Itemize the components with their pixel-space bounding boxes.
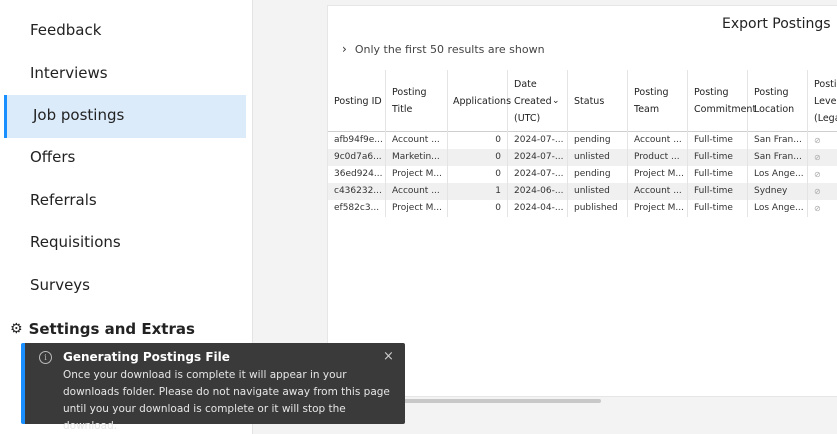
- sidebar-item-offers[interactable]: Offers: [30, 148, 75, 166]
- cell-posting-id: 9c0d7a6...: [328, 149, 386, 166]
- column-header-status[interactable]: Status: [568, 70, 628, 132]
- cell-status: pending: [568, 166, 628, 183]
- column-label: Posting ID: [334, 95, 382, 107]
- cell-date-created: 2024-07-...: [508, 132, 568, 149]
- cell-posting-level: ⊘: [808, 183, 837, 200]
- cell-date-created: 2024-07-...: [508, 166, 568, 183]
- table-row[interactable]: 36ed924... Project M... 0 2024-07-... pendin…: [328, 166, 837, 183]
- sidebar-item-surveys[interactable]: Surveys: [30, 276, 90, 294]
- cell-applications: 0: [448, 132, 508, 149]
- cell-posting-commitment: Full-time: [688, 183, 748, 200]
- toast-title: Generating Postings File: [63, 350, 230, 364]
- cell-posting-id: ef582c3...: [328, 200, 386, 217]
- column-header-date-created[interactable]: Date Created (UTC) ⌄: [508, 70, 568, 132]
- cell-applications: 0: [448, 166, 508, 183]
- cell-posting-title: Project M...: [386, 166, 448, 183]
- results-notice[interactable]: › Only the first 50 results are shown: [342, 42, 545, 56]
- column-header-posting-title[interactable]: Posting Title: [386, 70, 448, 132]
- cell-posting-team: Account ...: [628, 132, 688, 149]
- sidebar-item-referrals[interactable]: Referrals: [30, 191, 97, 209]
- results-notice-text: Only the first 50 results are shown: [354, 42, 545, 56]
- cell-applications: 1: [448, 183, 508, 200]
- column-label: Posting Level (Legacy): [814, 78, 837, 124]
- sidebar-item-feedback[interactable]: Feedback: [30, 21, 101, 39]
- sidebar-item-interviews[interactable]: Interviews: [30, 64, 108, 82]
- cell-posting-title: Account ...: [386, 183, 448, 200]
- cell-posting-commitment: Full-time: [688, 149, 748, 166]
- cell-posting-title: Project M...: [386, 200, 448, 217]
- cell-posting-location: Sydney: [748, 183, 808, 200]
- cell-posting-id: afb94f9e...: [328, 132, 386, 149]
- cell-posting-level: ⊘: [808, 166, 837, 183]
- column-header-posting-commitment[interactable]: Posting Commitment: [688, 70, 757, 132]
- cell-posting-location: San Fran...: [748, 132, 808, 149]
- sidebar-item-label: Job postings: [33, 106, 125, 124]
- cell-posting-commitment: Full-time: [688, 132, 748, 149]
- toast-message: Once your download is complete it will a…: [63, 369, 390, 432]
- cell-posting-id: c436232...: [328, 183, 386, 200]
- gear-icon: ⚙: [10, 321, 23, 337]
- table-header: Posting ID Posting Title Applications Da…: [328, 70, 837, 132]
- column-label: Posting Title: [392, 87, 427, 115]
- column-label: Date Created (UTC): [514, 78, 552, 124]
- column-label: Applications: [453, 95, 512, 107]
- column-header-posting-level[interactable]: Posting Level (Legacy): [808, 70, 837, 132]
- cell-status: unlisted: [568, 149, 628, 166]
- cell-applications: 0: [448, 200, 508, 217]
- cell-posting-team: Product ...: [628, 149, 688, 166]
- info-icon: i: [39, 351, 52, 364]
- cell-posting-id: 36ed924...: [328, 166, 386, 183]
- chevron-right-icon: ›: [342, 42, 347, 56]
- cell-status: published: [568, 200, 628, 217]
- cell-posting-team: Project M...: [628, 200, 688, 217]
- cell-posting-location: Los Ange...: [748, 166, 808, 183]
- table-row[interactable]: afb94f9e... Account ... 0 2024-07-... pendin…: [328, 132, 837, 149]
- chevron-down-icon: ⌄: [552, 95, 560, 106]
- cell-posting-title: Marketin...: [386, 149, 448, 166]
- download-toast: i Generating Postings File Once your dow…: [21, 343, 405, 432]
- cell-posting-level: ⊘: [808, 132, 837, 149]
- cell-posting-location: San Fran...: [748, 149, 808, 166]
- cell-posting-location: Los Ange...: [748, 200, 808, 217]
- cell-status: pending: [568, 132, 628, 149]
- table-row[interactable]: c436232... Account ... 1 2024-06-... unliste…: [328, 183, 837, 200]
- column-header-posting-id[interactable]: Posting ID: [328, 70, 386, 132]
- cell-status: unlisted: [568, 183, 628, 200]
- cell-date-created: 2024-07-...: [508, 149, 568, 166]
- cell-date-created: 2024-06-...: [508, 183, 568, 200]
- cell-posting-commitment: Full-time: [688, 200, 748, 217]
- column-header-posting-team[interactable]: Posting Team: [628, 70, 688, 132]
- postings-table-panel: Export Postings › Only the first 50 resu…: [327, 5, 837, 403]
- sidebar-item-requisitions[interactable]: Requisitions: [30, 233, 121, 251]
- cell-posting-team: Project M...: [628, 166, 688, 183]
- close-icon[interactable]: ×: [383, 349, 394, 364]
- cell-posting-level: ⊘: [808, 149, 837, 166]
- column-label: Posting Commitment: [694, 87, 757, 115]
- cell-posting-title: Account ...: [386, 132, 448, 149]
- table-row[interactable]: 9c0d7a6... Marketin... 0 2024-07-... unliste…: [328, 149, 837, 166]
- column-header-applications[interactable]: Applications: [448, 70, 512, 132]
- column-label: Status: [574, 95, 605, 107]
- horizontal-scrollbar[interactable]: [399, 399, 601, 403]
- export-postings-button[interactable]: Export Postings: [722, 16, 831, 32]
- settings-label: Settings and Extras: [28, 320, 195, 338]
- cell-posting-commitment: Full-time: [688, 166, 748, 183]
- column-label: Posting Location: [754, 87, 795, 115]
- cell-date-created: 2024-04-...: [508, 200, 568, 217]
- column-header-posting-location[interactable]: Posting Location: [748, 70, 808, 132]
- cell-applications: 0: [448, 149, 508, 166]
- cell-posting-team: Account ...: [628, 183, 688, 200]
- cell-posting-level: ⊘: [808, 200, 837, 217]
- table-row[interactable]: ef582c3... Project M... 0 2024-04-... publis…: [328, 200, 837, 217]
- column-label: Posting Team: [634, 87, 669, 115]
- settings-section-header[interactable]: ⚙ Settings and Extras: [10, 320, 195, 338]
- sidebar-item-job-postings[interactable]: Job postings: [4, 95, 246, 138]
